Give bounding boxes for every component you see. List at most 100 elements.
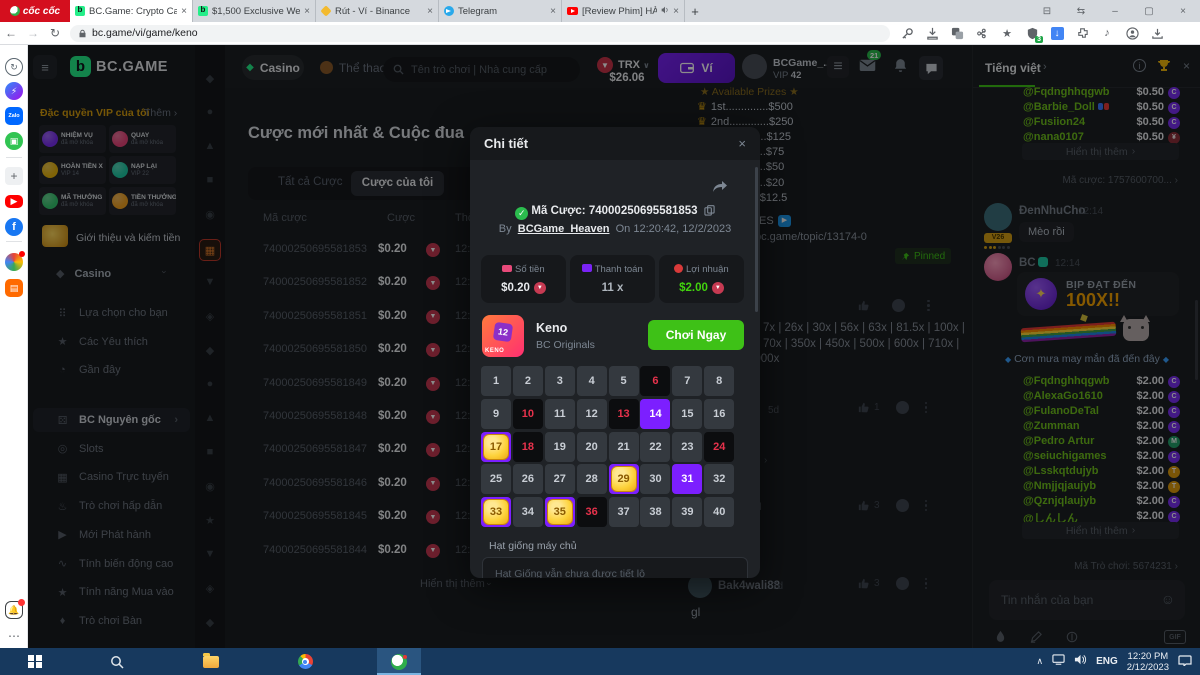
coccoc-taskbar-icon[interactable] bbox=[377, 648, 421, 675]
file-explorer-icon[interactable] bbox=[189, 648, 233, 675]
download-box-icon[interactable]: ↓ bbox=[1050, 26, 1064, 40]
keno-cell-18-drawn[interactable]: 18 bbox=[513, 432, 543, 462]
more-menu-icon[interactable]: ⋯ bbox=[5, 627, 23, 645]
keno-cell-38-default[interactable]: 38 bbox=[640, 497, 670, 527]
keno-cell-5-default[interactable]: 5 bbox=[609, 366, 639, 396]
keno-cell-13-drawn[interactable]: 13 bbox=[609, 399, 639, 429]
keno-cell-36-drawn[interactable]: 36 bbox=[577, 497, 607, 527]
browser-tab[interactable]: Telegram× bbox=[439, 0, 562, 22]
keno-cell-25-default[interactable]: 25 bbox=[481, 464, 511, 494]
chrome-icon[interactable] bbox=[283, 648, 327, 675]
history-icon[interactable]: ↻ bbox=[5, 58, 23, 76]
address-bar[interactable]: bc.game/vi/game/keno bbox=[70, 25, 890, 42]
tab-close-icon[interactable]: × bbox=[673, 6, 679, 17]
add-shortcut-button[interactable]: + bbox=[5, 167, 23, 185]
keno-cell-1-default[interactable]: 1 bbox=[481, 366, 511, 396]
tab-close-icon[interactable]: × bbox=[181, 6, 187, 17]
music-note-icon[interactable]: ♪ bbox=[1100, 26, 1114, 40]
keno-cell-2-default[interactable]: 2 bbox=[513, 366, 543, 396]
keno-cell-28-default[interactable]: 28 bbox=[577, 464, 607, 494]
tab-search-icon[interactable]: ⊟ bbox=[1030, 0, 1064, 22]
browser-tab[interactable]: Rút - Ví - Binance× bbox=[316, 0, 439, 22]
keno-cell-12-default[interactable]: 12 bbox=[577, 399, 607, 429]
games-icon[interactable]: ▣ bbox=[5, 132, 23, 150]
start-button[interactable] bbox=[0, 648, 70, 675]
keno-cell-21-default[interactable]: 21 bbox=[609, 432, 639, 462]
close-window-button[interactable]: × bbox=[1166, 0, 1200, 22]
keno-cell-8-default[interactable]: 8 bbox=[704, 366, 734, 396]
keno-cell-14-selected[interactable]: 14 bbox=[640, 399, 670, 429]
share-icon[interactable] bbox=[712, 180, 728, 199]
share-icon[interactable] bbox=[975, 26, 989, 40]
downloads-tray-icon[interactable] bbox=[1150, 26, 1164, 40]
modal-scrollbar[interactable] bbox=[755, 167, 758, 312]
shop-cart-icon[interactable]: ▤ bbox=[5, 279, 23, 297]
keno-cell-30-default[interactable]: 30 bbox=[640, 464, 670, 494]
profile-icon[interactable] bbox=[1125, 26, 1139, 40]
keno-cell-33-hit[interactable]: 33 bbox=[481, 497, 511, 527]
shield-icon[interactable]: 3 bbox=[1025, 26, 1039, 40]
translate-icon[interactable] bbox=[950, 26, 964, 40]
action-center-icon[interactable] bbox=[1178, 654, 1192, 669]
forward-button[interactable]: → bbox=[22, 26, 44, 40]
bookmark-star-icon[interactable]: ★ bbox=[1000, 26, 1014, 40]
back-button[interactable]: ← bbox=[0, 26, 22, 40]
key-icon[interactable] bbox=[900, 26, 914, 40]
keno-cell-4-default[interactable]: 4 bbox=[577, 366, 607, 396]
keno-game-tile[interactable]: 12 KENO bbox=[482, 315, 524, 357]
keno-cell-35-hit[interactable]: 35 bbox=[545, 497, 575, 527]
extensions-icon[interactable] bbox=[1075, 26, 1089, 40]
keno-cell-24-drawn[interactable]: 24 bbox=[704, 432, 734, 462]
keno-cell-15-default[interactable]: 15 bbox=[672, 399, 702, 429]
maximize-button[interactable]: ▢ bbox=[1132, 0, 1166, 22]
tab-close-icon[interactable]: × bbox=[304, 6, 310, 17]
hidden-icons-chevron[interactable]: ∧ bbox=[1036, 656, 1043, 667]
reload-button[interactable]: ↻ bbox=[44, 26, 66, 40]
tab-close-icon[interactable]: × bbox=[550, 6, 556, 17]
keno-cell-22-default[interactable]: 22 bbox=[640, 432, 670, 462]
new-tab-button[interactable]: + bbox=[685, 0, 705, 22]
keno-cell-3-default[interactable]: 3 bbox=[545, 366, 575, 396]
facebook-icon[interactable]: f bbox=[5, 218, 23, 236]
language-indicator[interactable]: ENG bbox=[1096, 656, 1118, 667]
keno-cell-16-default[interactable]: 16 bbox=[704, 399, 734, 429]
keno-cell-31-selected[interactable]: 31 bbox=[672, 464, 702, 494]
keno-cell-10-drawn[interactable]: 10 bbox=[513, 399, 543, 429]
taskbar-clock[interactable]: 12:20 PM2/12/2023 bbox=[1127, 651, 1169, 673]
minimize-button[interactable]: – bbox=[1098, 0, 1132, 22]
keno-cell-29-hit[interactable]: 29 bbox=[609, 464, 639, 494]
save-page-icon[interactable] bbox=[925, 26, 939, 40]
zalo-icon[interactable]: Zalo bbox=[5, 107, 23, 125]
keno-cell-37-default[interactable]: 37 bbox=[609, 497, 639, 527]
keno-cell-34-default[interactable]: 34 bbox=[513, 497, 543, 527]
tab-close-icon[interactable]: × bbox=[427, 6, 433, 17]
server-seed-input[interactable]: Hạt Giống vẫn chưa được tiết lộ bbox=[482, 557, 748, 578]
taskbar-search-icon[interactable] bbox=[95, 648, 139, 675]
play-now-button[interactable]: Chơi Ngay bbox=[648, 320, 744, 350]
keno-cell-20-default[interactable]: 20 bbox=[577, 432, 607, 462]
browser-tab[interactable]: BC.Game: Crypto Casino Gan× bbox=[70, 0, 193, 22]
volume-icon[interactable] bbox=[1074, 654, 1087, 668]
keno-cell-39-default[interactable]: 39 bbox=[672, 497, 702, 527]
keno-cell-32-default[interactable]: 32 bbox=[704, 464, 734, 494]
sync-icon[interactable]: ⇆ bbox=[1064, 0, 1098, 22]
browser-tab[interactable]: $1,500 Exclusive Weekend Ke× bbox=[193, 0, 316, 22]
network-icon[interactable] bbox=[1052, 654, 1065, 668]
copy-icon[interactable] bbox=[704, 205, 715, 216]
keno-cell-40-default[interactable]: 40 bbox=[704, 497, 734, 527]
colorful-app-icon[interactable] bbox=[5, 253, 23, 271]
youtube-icon[interactable]: ▶ bbox=[5, 195, 23, 208]
browser-tab[interactable]: [Review Phim] HÀO QUA× bbox=[562, 0, 685, 22]
keno-cell-6-drawn[interactable]: 6 bbox=[640, 366, 670, 396]
keno-cell-17-hit[interactable]: 17 bbox=[481, 432, 511, 462]
messenger-icon[interactable]: ⚡ bbox=[5, 82, 23, 100]
close-modal-icon[interactable]: × bbox=[738, 136, 746, 151]
keno-cell-7-default[interactable]: 7 bbox=[672, 366, 702, 396]
keno-cell-11-default[interactable]: 11 bbox=[545, 399, 575, 429]
author-link[interactable]: BCGame_Heaven bbox=[518, 223, 610, 235]
bell-icon[interactable]: 🔔 bbox=[5, 601, 23, 619]
keno-cell-23-default[interactable]: 23 bbox=[672, 432, 702, 462]
keno-cell-26-default[interactable]: 26 bbox=[513, 464, 543, 494]
keno-cell-9-default[interactable]: 9 bbox=[481, 399, 511, 429]
keno-cell-27-default[interactable]: 27 bbox=[545, 464, 575, 494]
